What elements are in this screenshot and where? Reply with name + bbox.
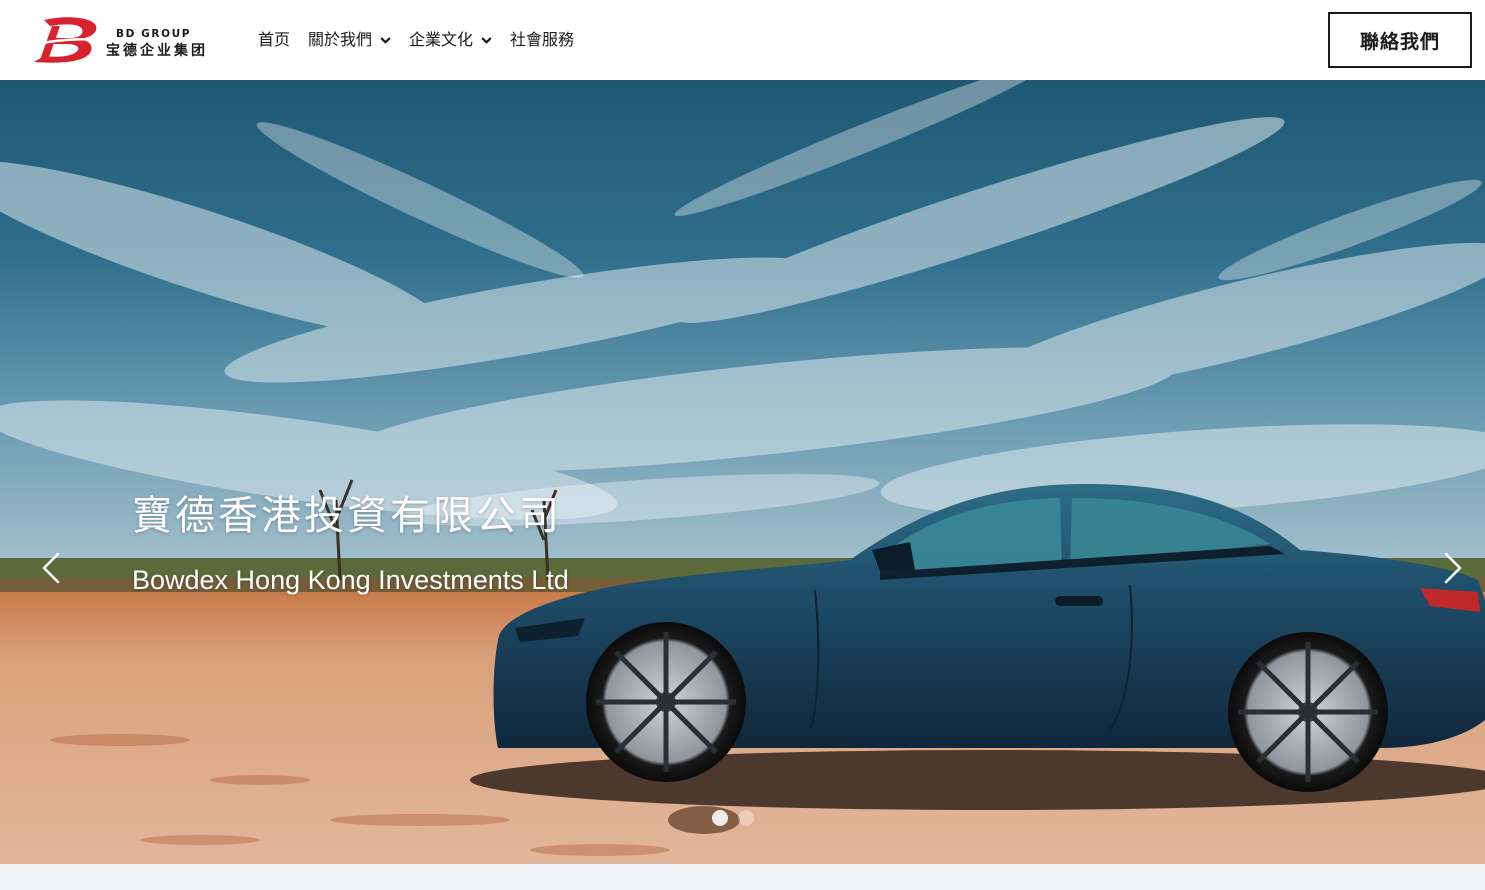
contact-us-button[interactable]: 聯絡我們: [1328, 12, 1472, 68]
chevron-down-icon: [481, 37, 492, 43]
nav-item-culture[interactable]: 企業文化: [409, 26, 492, 54]
site-header: BD GROUP 宝德企业集团 首页 關於我們 企業文化 社會服務 聯絡我們: [0, 0, 1485, 80]
page-bottom-strip: [0, 864, 1485, 890]
main-nav: 首页 關於我們 企業文化 社會服務: [258, 26, 592, 54]
chevron-right-icon[interactable]: [1438, 550, 1466, 586]
hero-slider: 寶德香港投資有限公司 Bowdex Hong Kong Investments …: [0, 80, 1485, 864]
slider-dot-2[interactable]: [738, 810, 754, 826]
slider-dot-1[interactable]: [712, 810, 728, 826]
hero-subtitle: Bowdex Hong Kong Investments Ltd: [132, 565, 569, 595]
nav-item-home[interactable]: 首页: [258, 26, 290, 54]
brand-logo[interactable]: BD GROUP 宝德企业集团: [30, 16, 230, 64]
nav-item-about[interactable]: 關於我們: [308, 26, 391, 54]
slider-pagination: [712, 810, 764, 828]
hero-title: 寶德香港投資有限公司: [132, 493, 562, 539]
nav-item-label: 關於我們: [308, 30, 373, 49]
brand-name-cn: 宝德企业集团: [106, 43, 208, 59]
chevron-left-icon[interactable]: [38, 550, 66, 586]
brand-name-en: BD GROUP: [116, 28, 192, 40]
nav-item-label: 首页: [258, 30, 291, 49]
chevron-down-icon: [380, 37, 391, 43]
nav-item-social-service[interactable]: 社會服務: [510, 26, 574, 54]
nav-item-label: 社會服務: [510, 30, 575, 49]
nav-item-label: 企業文化: [409, 30, 474, 49]
hero-background-image: [0, 80, 1485, 864]
bd-logo-icon: [31, 17, 101, 63]
